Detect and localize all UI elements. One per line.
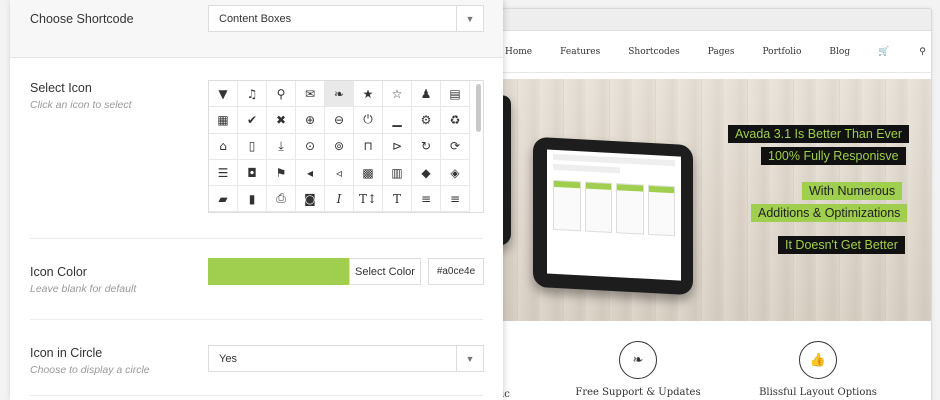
home-icon[interactable]: ⌂ bbox=[209, 133, 238, 160]
download-circle-icon[interactable]: ⊙ bbox=[296, 133, 325, 160]
hero-headline: It Doesn't Get Better bbox=[778, 236, 905, 254]
nav-item-shortcodes[interactable]: Shortcodes bbox=[628, 47, 679, 57]
hero-headline: With Numerous bbox=[802, 182, 903, 200]
tags-icon[interactable]: ◈ bbox=[441, 159, 470, 187]
play-circle-icon[interactable]: ⊳ bbox=[383, 133, 412, 160]
icon-picker[interactable]: ▼ ♫ ⚲ ✉ ❧ ★ ☆ ♟ ▤ ▦ ✔ ✖ ⊕ ⊖ ⏻ ▁ ⚙ ♻ ⌂ ▯ ⤓ ⊙ ⊚ ⊓ ⊳ ↻ ⟳ ☰ ◘ ⚑ ◂ ◃ ▩ ▥ ◆ ◈ ▰ ▮ ⎙ ◙… bbox=[208, 80, 484, 213]
check-icon[interactable]: ✔ bbox=[238, 107, 267, 134]
qrcode-icon[interactable]: ▩ bbox=[354, 159, 383, 187]
cart-icon[interactable]: 🛒 bbox=[878, 47, 889, 57]
music-icon[interactable]: ♫ bbox=[238, 81, 267, 108]
choose-shortcode-label: Choose Shortcode bbox=[30, 12, 134, 26]
feature-label: Blissful Layout Options bbox=[759, 387, 877, 398]
divider bbox=[30, 395, 483, 396]
chevron-down-icon: ▼ bbox=[456, 346, 483, 371]
book-icon[interactable]: ▰ bbox=[209, 186, 238, 212]
icon-in-circle-value: Yes bbox=[219, 352, 237, 365]
indent-left-icon[interactable]: ⇤ bbox=[296, 212, 325, 213]
shortcode-select-value: Content Boxes bbox=[219, 12, 292, 25]
camera-icon[interactable]: ◙ bbox=[296, 186, 325, 212]
site-nav: Home Features Shortcodes Pages Portfolio Blog… bbox=[471, 31, 931, 73]
file-icon[interactable]: ▯ bbox=[238, 133, 267, 160]
star-empty-icon[interactable]: ☆ bbox=[383, 81, 412, 108]
italic-icon[interactable]: I bbox=[325, 186, 354, 212]
repeat-icon[interactable]: ↻ bbox=[412, 133, 441, 160]
text-height-icon[interactable]: T↕ bbox=[354, 186, 383, 212]
nav-item-home[interactable]: Home bbox=[505, 47, 532, 57]
divider bbox=[30, 238, 483, 239]
envelope-icon[interactable]: ✉ bbox=[296, 81, 325, 108]
shortcode-select[interactable]: Content Boxes ▼ bbox=[208, 5, 484, 32]
volume-down-icon[interactable]: ◂ bbox=[296, 159, 325, 187]
hero-slider: Avada 3.1 Is Better Than Ever 100% Fully … bbox=[471, 79, 931, 321]
filter-icon[interactable]: ▼ bbox=[209, 81, 238, 108]
power-icon[interactable]: ⏻ bbox=[354, 107, 383, 134]
tag-icon[interactable]: ◆ bbox=[412, 159, 441, 187]
search-icon[interactable]: ⚲ bbox=[267, 81, 296, 108]
feature-item: ❧ Free Support & Updates bbox=[563, 341, 713, 398]
hero-headline: Avada 3.1 Is Better Than Ever bbox=[728, 125, 909, 143]
screenshot-stage: Home Features Shortcodes Pages Portfolio Blog… bbox=[0, 0, 940, 400]
lock-icon[interactable]: ◘ bbox=[238, 159, 267, 187]
list-icon[interactable]: ☷ bbox=[267, 212, 296, 213]
select-icon-hint: Click an icon to select bbox=[30, 99, 132, 111]
signal-icon[interactable]: ▁ bbox=[383, 107, 412, 134]
inbox-icon[interactable]: ⊓ bbox=[354, 133, 383, 160]
thumbs-up-icon: 👍 bbox=[799, 341, 837, 379]
icon-in-circle-hint: Choose to display a circle bbox=[30, 364, 150, 376]
color-hex-field[interactable]: #a0ce4e bbox=[428, 258, 484, 285]
chevron-down-icon: ▼ bbox=[456, 6, 483, 31]
align-center-icon[interactable]: ≡ bbox=[441, 186, 470, 212]
shortcode-header: Choose Shortcode Content Boxes ▼ bbox=[10, 0, 503, 58]
website-preview: Home Features Shortcodes Pages Portfolio Blog… bbox=[470, 8, 932, 400]
select-icon-label: Select Icon bbox=[30, 81, 92, 95]
barcode-icon[interactable]: ▥ bbox=[383, 159, 412, 187]
divider bbox=[30, 319, 483, 320]
flag-icon[interactable]: ⚑ bbox=[267, 159, 296, 187]
hero-headline: Additions & Optimizations bbox=[751, 204, 908, 222]
remove-icon[interactable]: ✖ bbox=[267, 107, 296, 134]
align-left-icon[interactable]: ≡ bbox=[412, 186, 441, 212]
nav-item-pages[interactable]: Pages bbox=[708, 47, 735, 57]
zoom-out-icon[interactable]: ⊖ bbox=[325, 107, 354, 134]
select-color-button[interactable]: Select Color bbox=[349, 258, 421, 285]
icon-color-hint: Leave blank for default bbox=[30, 283, 137, 295]
leaf-icon[interactable]: ❧ bbox=[325, 81, 354, 108]
bookmark-icon[interactable]: ▮ bbox=[238, 186, 267, 212]
leaf-icon: ❧ bbox=[619, 341, 657, 379]
icon-picker-scrollbar[interactable] bbox=[476, 84, 481, 132]
print-icon[interactable]: ⎙ bbox=[267, 186, 296, 212]
upload-circle-icon[interactable]: ⊚ bbox=[325, 133, 354, 160]
align-right-icon[interactable]: ≡ bbox=[209, 212, 238, 213]
film-icon[interactable]: ▤ bbox=[441, 81, 470, 108]
align-justify-icon[interactable]: ≣ bbox=[238, 212, 267, 213]
feature-item: 👍 Blissful Layout Options bbox=[743, 341, 893, 398]
shortcode-panel: Choose Shortcode Content Boxes ▼ Select … bbox=[10, 0, 503, 400]
download-icon[interactable]: ⤓ bbox=[267, 133, 296, 160]
refresh-icon[interactable]: ⟳ bbox=[441, 133, 470, 160]
trash-icon[interactable]: ♻ bbox=[441, 107, 470, 134]
icon-in-circle-label: Icon in Circle bbox=[30, 346, 103, 360]
browser-topbar bbox=[471, 9, 931, 31]
th-large-icon[interactable]: ▦ bbox=[209, 107, 238, 134]
search-icon[interactable]: ⚲ bbox=[919, 47, 926, 57]
icon-color-label: Icon Color bbox=[30, 265, 87, 279]
text-width-icon[interactable]: T bbox=[383, 186, 412, 212]
nav-item-blog[interactable]: Blog bbox=[829, 47, 850, 57]
cog-icon[interactable]: ⚙ bbox=[412, 107, 441, 134]
icon-in-circle-select[interactable]: Yes ▼ bbox=[208, 345, 484, 372]
nav-item-features[interactable]: Features bbox=[560, 47, 600, 57]
star-icon[interactable]: ★ bbox=[354, 81, 383, 108]
hero-headline: 100% Fully Responisve bbox=[761, 147, 906, 165]
user-icon[interactable]: ♟ bbox=[412, 81, 441, 108]
list-alt-icon[interactable]: ☰ bbox=[209, 159, 238, 187]
color-swatch[interactable] bbox=[208, 258, 350, 285]
nav-item-portfolio[interactable]: Portfolio bbox=[762, 47, 801, 57]
feature-label: Free Support & Updates bbox=[575, 387, 701, 398]
indent-right-icon[interactable]: ⇥ bbox=[325, 212, 354, 213]
volume-up-icon[interactable]: ◃ bbox=[325, 159, 354, 187]
tablet-image bbox=[533, 136, 693, 296]
features-row: ic ❧ Free Support & Updates 👍 Blissful Layo… bbox=[471, 321, 931, 400]
zoom-in-icon[interactable]: ⊕ bbox=[296, 107, 325, 134]
